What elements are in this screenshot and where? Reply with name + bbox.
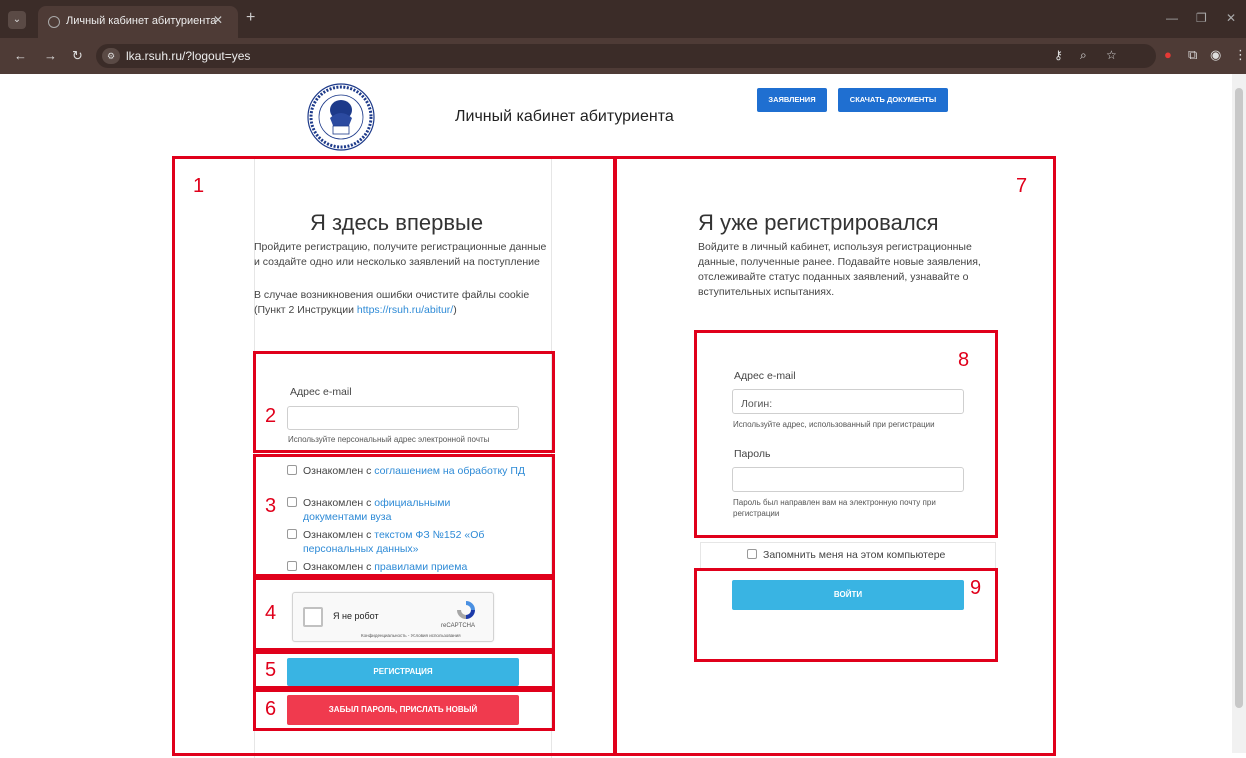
- reload-icon[interactable]: ↻: [72, 48, 83, 64]
- password-key-icon[interactable]: ⚷: [1054, 48, 1063, 62]
- annotation-box-8: [694, 330, 998, 538]
- extension-icon[interactable]: ●: [1164, 47, 1172, 62]
- rggu-logo: [307, 83, 375, 151]
- omnibox[interactable]: ⚙ lka.rsuh.ru/?logout=yes ⚷ ⌕ ☆: [96, 44, 1156, 68]
- annotation-number-7: 7: [1016, 175, 1028, 197]
- annotation-number-3: 3: [265, 495, 277, 517]
- extensions-puzzle-icon[interactable]: ⧉: [1188, 47, 1197, 63]
- profile-avatar-icon[interactable]: ◉: [1210, 47, 1221, 63]
- minimize-icon[interactable]: —: [1166, 11, 1178, 25]
- tab-favicon-icon: [48, 16, 60, 28]
- browser-tab-bar: ⌄ Личный кабинет абитуриента ✕ + — ❐ ✕: [0, 0, 1246, 38]
- annotation-box-2: [253, 351, 555, 453]
- annotation-box-9: [694, 568, 998, 662]
- download-documents-button[interactable]: СКАЧАТЬ ДОКУМЕНТЫ: [838, 88, 948, 112]
- scrollbar[interactable]: [1232, 74, 1246, 753]
- new-tab-icon[interactable]: +: [246, 10, 255, 26]
- annotation-number-1: 1: [193, 175, 205, 197]
- annotation-box-5: [253, 651, 555, 689]
- annotation-number-4: 4: [265, 602, 277, 624]
- tab-close-icon[interactable]: ✕: [210, 12, 226, 28]
- scrollbar-thumb[interactable]: [1235, 88, 1243, 708]
- annotation-box-6: [253, 689, 555, 731]
- page-content: Личный кабинет абитуриента ЗАЯВЛЕНИЯ СКА…: [0, 74, 1246, 758]
- back-icon[interactable]: ←: [14, 48, 27, 64]
- page-title: Личный кабинет абитуриента: [455, 108, 674, 125]
- annotation-box-4: [253, 577, 555, 651]
- annotation-number-9: 9: [970, 577, 982, 599]
- zoom-icon[interactable]: ⌕: [1080, 48, 1087, 63]
- annotation-number-2: 2: [265, 405, 277, 427]
- restore-icon[interactable]: ❐: [1196, 11, 1207, 25]
- browser-menu-icon[interactable]: ⋮: [1234, 47, 1246, 63]
- annotation-number-8: 8: [958, 349, 970, 371]
- annotation-number-6: 6: [265, 698, 277, 720]
- close-window-icon[interactable]: ✕: [1226, 11, 1236, 25]
- annotation-number-5: 5: [265, 659, 277, 681]
- tab-search-icon[interactable]: ⌄: [8, 11, 26, 29]
- tab-title: Личный кабинет абитуриента: [66, 15, 217, 27]
- forward-icon[interactable]: →: [44, 48, 57, 64]
- browser-tab[interactable]: Личный кабинет абитуриента ✕: [38, 6, 238, 38]
- applications-button[interactable]: ЗАЯВЛЕНИЯ: [757, 88, 827, 112]
- bookmark-star-icon[interactable]: ☆: [1106, 48, 1117, 62]
- annotation-box-3: [253, 454, 555, 577]
- url-text[interactable]: lka.rsuh.ru/?logout=yes: [126, 49, 250, 63]
- site-info-icon[interactable]: ⚙: [102, 48, 120, 64]
- address-bar: ← → ↻ ⚙ lka.rsuh.ru/?logout=yes ⚷ ⌕ ☆ ● …: [0, 38, 1246, 74]
